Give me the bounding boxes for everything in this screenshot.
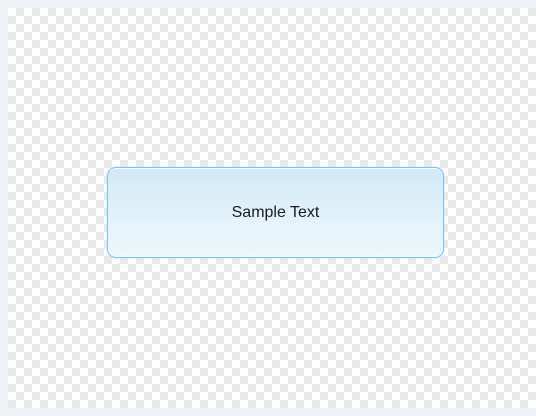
sample-button-label: Sample Text [231,203,320,221]
sample-button[interactable]: Sample Text [107,167,444,258]
preview-window: Sample Text [0,0,536,416]
transparent-canvas: Sample Text [8,8,536,408]
